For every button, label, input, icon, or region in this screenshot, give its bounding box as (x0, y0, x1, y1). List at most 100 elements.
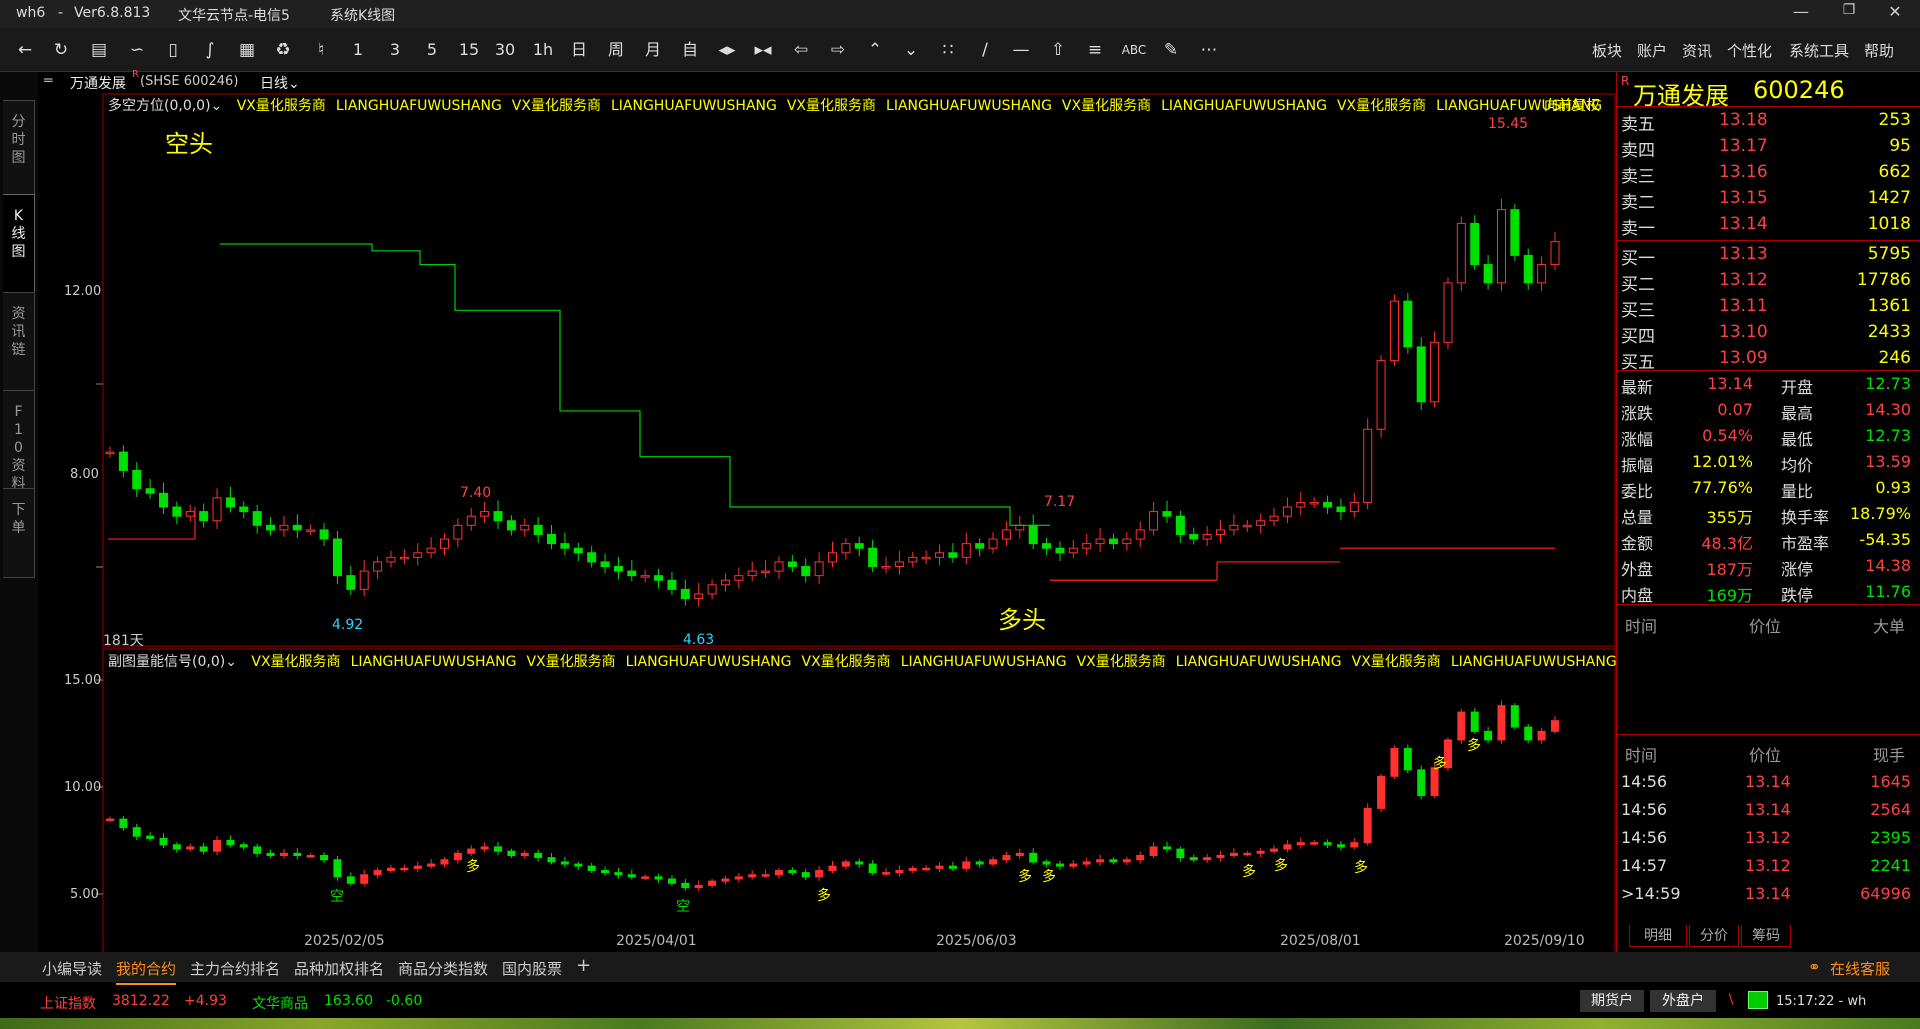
zoom-in-icon[interactable]: ⌃ (862, 38, 888, 62)
ask-row[interactable]: 卖一 13.14 1018 (1619, 212, 1917, 239)
sub-candle-body (1283, 844, 1292, 850)
stat-row[interactable]: 振幅 12.01% 均价 13.59 (1619, 450, 1917, 475)
stat-row[interactable]: 总量 355万 换手率 18.79% (1619, 502, 1917, 527)
tick-row[interactable]: 14:57 13.12 2241 (1619, 854, 1917, 879)
period-1-button[interactable]: 1 (345, 38, 371, 62)
btab-weight-rank[interactable]: 品种加权排名 (294, 958, 384, 979)
btab-editor[interactable]: 小编导读 (42, 958, 102, 979)
restore-icon[interactable]: ❐ (1834, 2, 1864, 26)
fib-icon[interactable]: ≡ (1082, 38, 1108, 62)
tick-row[interactable]: 14:56 13.12 2395 (1619, 826, 1917, 851)
menu-news[interactable]: 资讯 (1682, 40, 1712, 61)
scroll-right-icon[interactable]: ⇨ (825, 38, 851, 62)
server-node: 文华云节点-电信5 (178, 8, 290, 24)
house-icon[interactable]: ⇧ (1045, 38, 1071, 62)
stat-row[interactable]: 涨跌 0.07 最高 14.30 (1619, 398, 1917, 423)
tick-row[interactable]: 14:56 13.14 1645 (1619, 770, 1917, 795)
period-3-button[interactable]: 3 (382, 38, 408, 62)
headset-icon[interactable]: ⚭ (1808, 958, 1821, 976)
chevron-down-icon[interactable]: ⌄ (211, 98, 223, 114)
btab-my-contracts[interactable]: 我的合约 (116, 958, 177, 985)
sub-candle-body (882, 872, 891, 875)
sync-icon[interactable]: ♻ (270, 38, 296, 62)
sub-indicator-name[interactable]: 副图量能信号(0,0) (108, 654, 225, 670)
btab-category-index[interactable]: 商品分类指数 (398, 958, 488, 979)
period-15-button[interactable]: 15 (456, 38, 482, 62)
stat-label: 最新 (1621, 378, 1654, 397)
tab-detail[interactable]: 明细 (1629, 925, 1687, 947)
tick-row[interactable]: >14:59 13.14 64996 (1619, 882, 1917, 907)
minimize-icon[interactable]: — (1786, 2, 1816, 26)
bid-row[interactable]: 买一 13.13 5795 (1619, 242, 1917, 269)
candle-icon[interactable]: ▯ (160, 38, 186, 62)
stat-row[interactable]: 外盘 187万 涨停 14.38 (1619, 554, 1917, 579)
text-tool-icon[interactable]: ABC (1118, 38, 1150, 62)
bid-row[interactable]: 买五 13.09 246 (1619, 346, 1917, 373)
stat-row[interactable]: 委比 77.76% 量比 0.93 (1619, 476, 1917, 501)
menu-icon[interactable]: ═ (44, 73, 52, 89)
sub-candle-body (480, 846, 489, 850)
quote-code: 600246 (1753, 76, 1845, 104)
adjust-mode[interactable]: 向前复权 (1544, 95, 1600, 115)
draw-line-icon[interactable]: ∕ (972, 38, 998, 62)
stat-row[interactable]: 金额 48.3亿 市盈率 -54.35 (1619, 528, 1917, 553)
tab-chips[interactable]: 筹码 (1741, 925, 1791, 947)
more-icon[interactable]: ⋯ (1196, 38, 1222, 62)
back-arrow-icon[interactable]: ← (12, 38, 38, 62)
scroll-left-icon[interactable]: ⇦ (788, 38, 814, 62)
index2-name[interactable]: 文华商品 (252, 993, 308, 1013)
hline-icon[interactable]: — (1008, 38, 1034, 62)
kline-box-icon[interactable]: ▦ (234, 38, 260, 62)
menu-personalize[interactable]: 个性化 (1727, 40, 1772, 61)
compress-icon[interactable]: ▸◂ (750, 38, 776, 62)
period-custom-button[interactable]: 自 (677, 38, 703, 62)
bell-icon[interactable]: ♮ (308, 38, 334, 62)
menu-system-tools[interactable]: 系统工具 (1789, 40, 1849, 61)
add-tab-icon[interactable]: + (576, 955, 591, 976)
tab-price-dist[interactable]: 分价 (1689, 925, 1739, 947)
watermark-text: LIANGHUAFUWUSHANG (350, 654, 517, 670)
bid-row[interactable]: 买二 13.12 17786 (1619, 268, 1917, 295)
sub-candle-body (346, 876, 355, 884)
btab-main-rank[interactable]: 主力合约排名 (190, 958, 280, 979)
menu-help[interactable]: 帮助 (1864, 40, 1894, 61)
bid-row[interactable]: 买三 13.11 1361 (1619, 294, 1917, 321)
stat-row[interactable]: 涨幅 0.54% 最低 12.73 (1619, 424, 1917, 449)
period-5-button[interactable]: 5 (419, 38, 445, 62)
candle-body (560, 543, 570, 549)
ask-row[interactable]: 卖三 13.16 662 (1619, 160, 1917, 187)
period-1h-button[interactable]: 1h (530, 38, 556, 62)
tick-row[interactable]: 14:56 13.14 2564 (1619, 798, 1917, 823)
close-icon[interactable]: ✕ (1880, 2, 1910, 26)
ask-row[interactable]: 卖四 13.17 95 (1619, 134, 1917, 161)
main-indicator-name[interactable]: 多空方位(0,0,0) (108, 98, 211, 114)
main-chart[interactable] (0, 92, 1616, 952)
zoom-out-icon[interactable]: ⌄ (898, 38, 924, 62)
indicator-icon[interactable]: ∫ (197, 38, 223, 62)
period-30-button[interactable]: 30 (492, 38, 518, 62)
online-service[interactable]: 在线客服 (1830, 958, 1890, 979)
ask-row[interactable]: 卖二 13.15 1427 (1619, 186, 1917, 213)
period-day-button[interactable]: 日 (566, 38, 592, 62)
period-week-button[interactable]: 周 (603, 38, 629, 62)
list-icon[interactable]: ▤ (86, 38, 112, 62)
bid-row[interactable]: 买四 13.10 2433 (1619, 320, 1917, 347)
line-chart-icon[interactable]: ∽ (124, 38, 150, 62)
menu-account[interactable]: 账户 (1637, 40, 1667, 61)
chevron-down-icon[interactable]: ⌄ (225, 654, 237, 670)
btab-domestic-stocks[interactable]: 国内股票 (502, 958, 562, 979)
period-select[interactable]: 日线⌄ (260, 73, 300, 93)
futures-account-button[interactable]: 期货户 (1580, 990, 1644, 1012)
menu-sector[interactable]: 板块 (1592, 40, 1622, 61)
index1-name[interactable]: 上证指数 (40, 993, 96, 1013)
sub-candle-body (494, 846, 503, 852)
stat-row[interactable]: 内盘 169万 跌停 11.76 (1619, 580, 1917, 605)
stat-row[interactable]: 最新 13.14 开盘 12.73 (1619, 372, 1917, 397)
expand-icon[interactable]: ◂▸ (714, 38, 740, 62)
foreign-account-button[interactable]: 外盘户 (1650, 990, 1716, 1012)
refresh-icon[interactable]: ↻ (48, 38, 74, 62)
pencil-icon[interactable]: ✎ (1158, 38, 1184, 62)
crosshair-icon[interactable]: ∷ (935, 38, 961, 62)
period-month-button[interactable]: 月 (640, 38, 666, 62)
ask-row[interactable]: 卖五 13.18 253 (1619, 108, 1917, 135)
